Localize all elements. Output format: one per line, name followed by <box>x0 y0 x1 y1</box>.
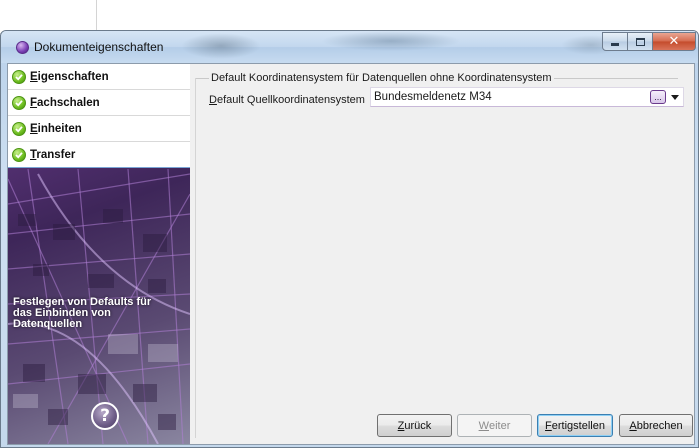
nav-item-fachschalen[interactable]: Fachschalen <box>8 90 190 116</box>
app-globe-icon <box>16 41 29 54</box>
next-button[interactable]: Weiter <box>457 414 532 437</box>
minimize-button[interactable] <box>602 32 628 51</box>
source-crs-combobox[interactable]: Bundesmeldenetz M34 ... <box>370 87 684 107</box>
back-button[interactable]: Zurück <box>377 414 452 437</box>
wizard-sidebar: Eigenschaften Fachschalen Einheiten Tran… <box>8 64 190 444</box>
nav-item-label: Fachschalen <box>30 96 100 109</box>
titlebar-decoration <box>321 31 461 51</box>
minimize-icon <box>611 43 619 46</box>
nav-item-eigenschaften[interactable]: Eigenschaften <box>8 64 190 90</box>
maximize-button[interactable] <box>628 32 653 51</box>
nav-item-label: Eigenschaften <box>30 70 109 83</box>
title-bar[interactable]: Dokumenteigenschaften ✕ <box>1 31 698 63</box>
dialog-window: Dokumenteigenschaften ✕ Eigenschaften Fa… <box>0 30 699 448</box>
transfer-settings-panel: Default Koordinatensystem für Datenquell… <box>195 70 685 438</box>
step-description: Festlegen von Defaults für das Einbinden… <box>13 296 152 330</box>
dialog-client-area: Eigenschaften Fachschalen Einheiten Tran… <box>7 63 695 445</box>
cancel-button[interactable]: Abbrechen <box>619 414 693 437</box>
close-button[interactable]: ✕ <box>653 32 696 51</box>
source-crs-label: Default Quellkoordinatensystem <box>209 94 365 106</box>
check-icon <box>12 147 26 162</box>
check-icon <box>12 95 26 110</box>
group-border <box>195 78 196 438</box>
nav-item-label: Einheiten <box>30 122 82 135</box>
maximize-icon <box>635 37 645 46</box>
chevron-down-icon[interactable] <box>669 90 681 104</box>
nav-item-transfer[interactable]: Transfer <box>8 142 190 168</box>
background-tab-stub <box>0 0 97 34</box>
nav-item-label: Transfer <box>30 148 76 161</box>
browse-crs-button[interactable]: ... <box>650 90 666 104</box>
source-crs-value: Bundesmeldenetz M34 <box>374 91 492 103</box>
check-icon <box>12 69 26 84</box>
wizard-step-list: Eigenschaften Fachschalen Einheiten Tran… <box>8 64 190 168</box>
titlebar-decoration <box>181 33 261 59</box>
nav-item-einheiten[interactable]: Einheiten <box>8 116 190 142</box>
window-title: Dokumenteigenschaften <box>34 40 164 54</box>
close-icon: ✕ <box>668 34 680 49</box>
group-caption: Default Koordinatensystem für Datenquell… <box>209 72 554 84</box>
help-icon[interactable]: ? <box>91 402 119 430</box>
finish-button[interactable]: Fertigstellen <box>537 414 613 437</box>
check-icon <box>12 121 26 136</box>
